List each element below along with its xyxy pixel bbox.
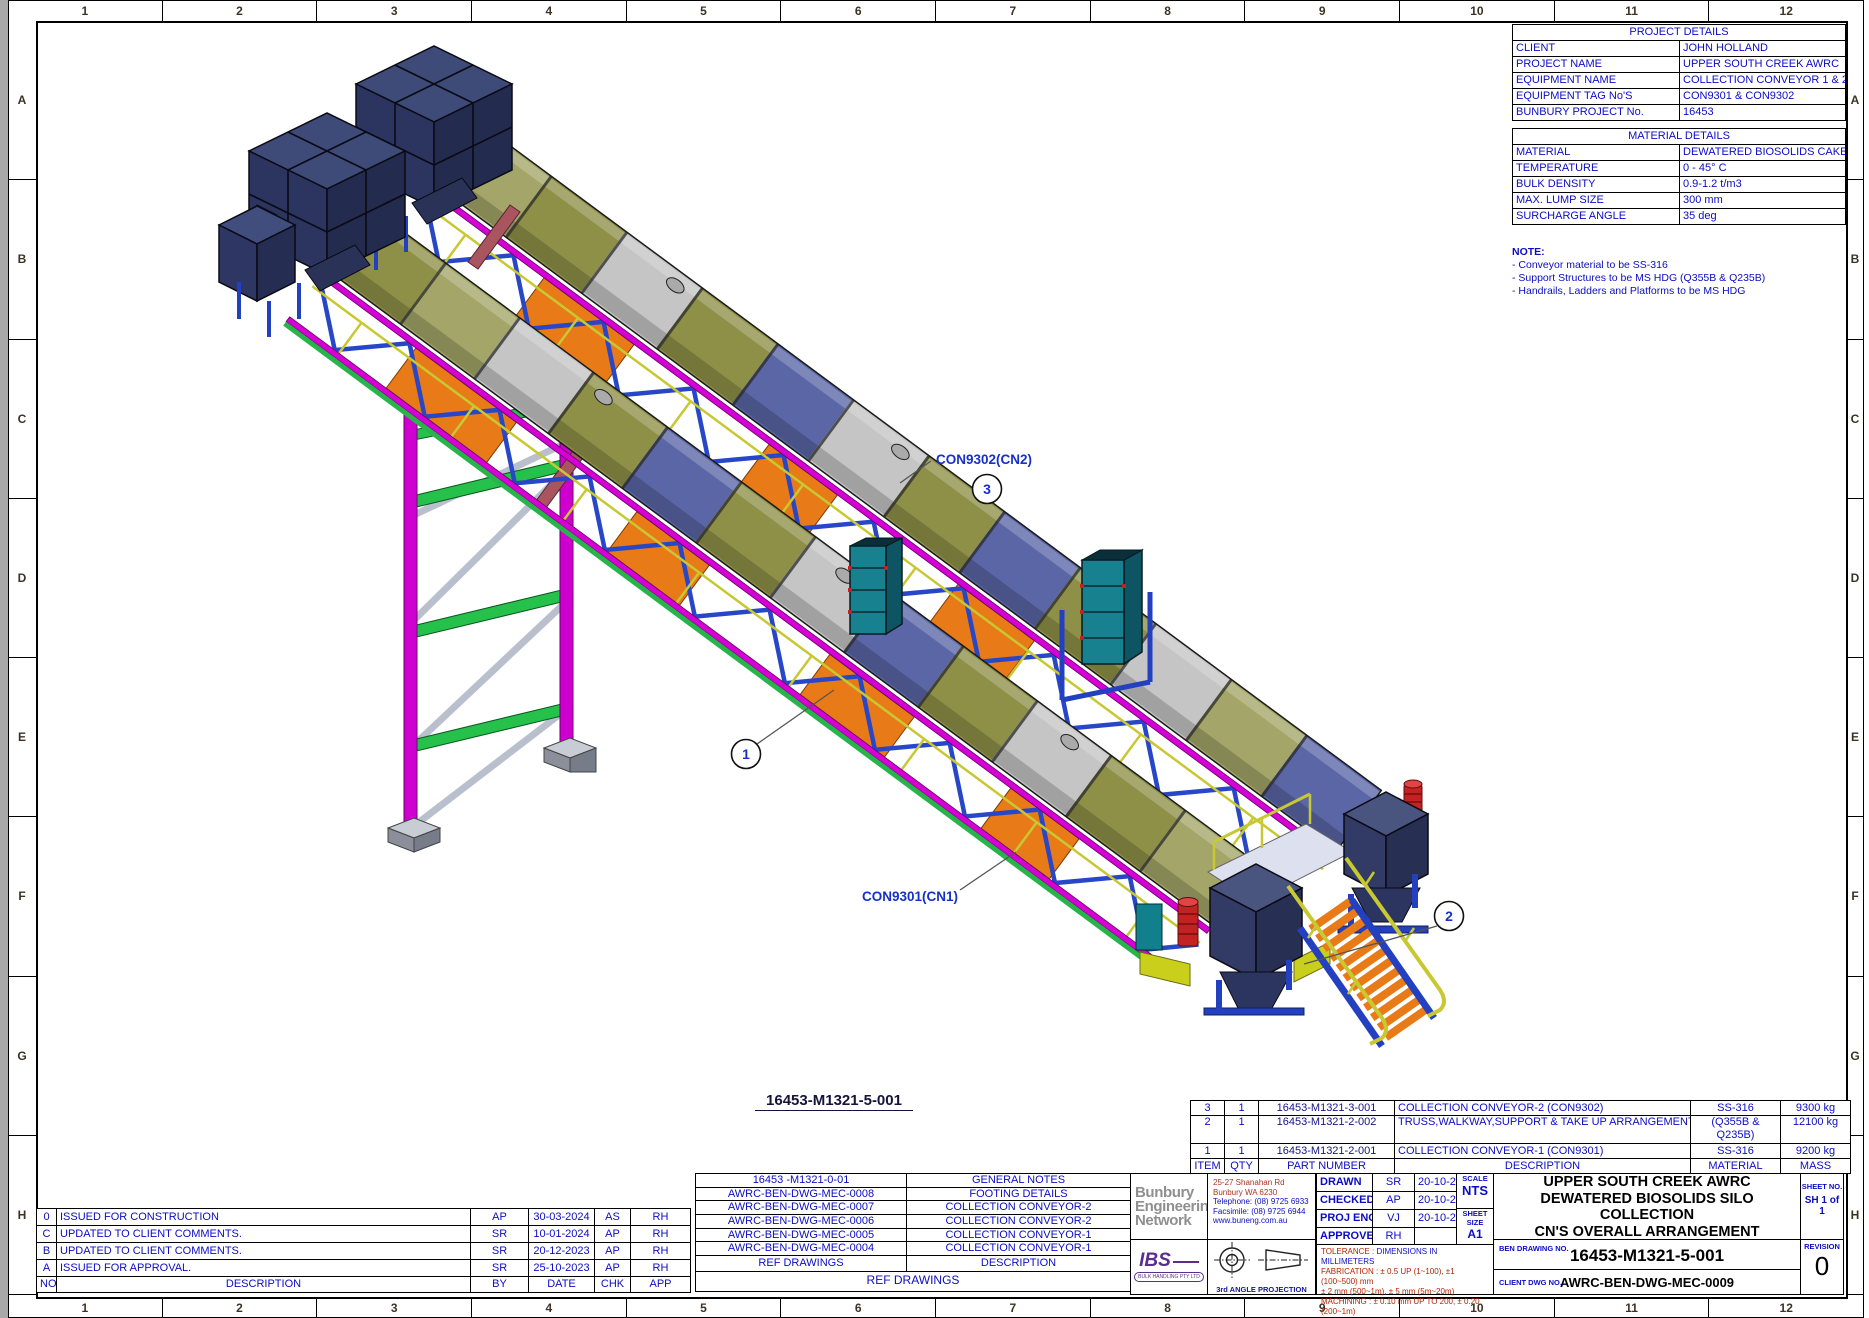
grid-col-8: 8 bbox=[1091, 0, 1246, 21]
drawing-sheet: 1 2 3 4 5 6 7 8 9 10 11 12 1 2 3 4 5 6 7… bbox=[0, 0, 1869, 1318]
ben-dwg-cell: BEN DRAWING NO. 16453-M1321-5-001 bbox=[1493, 1239, 1801, 1270]
material-details-table: MATERIAL DETAILS MATERIALDEWATERED BIOSO… bbox=[1512, 128, 1846, 225]
note-block: NOTE: - Conveyor material to be SS-316 -… bbox=[1512, 246, 1842, 298]
grid-row-C: C bbox=[1846, 340, 1864, 499]
grid-band-top: 1 2 3 4 5 6 7 8 9 10 11 12 bbox=[8, 0, 1864, 21]
revision-table: 0ISSUED FOR CONSTRUCTION AP30-03-2024 AS… bbox=[36, 1208, 691, 1293]
grid-row-D: D bbox=[8, 499, 36, 658]
table-header-row: REF DRAWINGSDESCRIPTION bbox=[696, 1255, 1131, 1271]
grid-row-A: A bbox=[8, 21, 36, 180]
grid-row-D: D bbox=[1846, 499, 1864, 658]
grid-col-2: 2 bbox=[163, 0, 318, 21]
ref-drawings-table: 16453 -M1321-0-01GENERAL NOTES AWRC-BEN-… bbox=[695, 1173, 1131, 1292]
note-line: - Conveyor material to be SS-316 bbox=[1512, 259, 1842, 272]
grid-row-F: F bbox=[1846, 817, 1864, 976]
table-row: APPROVEDRH bbox=[1317, 1228, 1458, 1246]
grid-col-5: 5 bbox=[627, 1297, 782, 1318]
grid-col-6: 6 bbox=[781, 0, 936, 21]
third-angle-projection-icon bbox=[1208, 1240, 1315, 1280]
revision-cell: REVISION 0 bbox=[1800, 1239, 1844, 1295]
grid-col-4: 4 bbox=[472, 1297, 627, 1318]
grid-col-12: 12 bbox=[1709, 0, 1864, 21]
table-footer-row: REF DRAWINGS bbox=[696, 1271, 1131, 1291]
table-row: AWRC-BEN-DWG-MEC-0008FOOTING DETAILS bbox=[696, 1187, 1131, 1201]
grid-col-7: 7 bbox=[936, 1297, 1091, 1318]
grid-col-1: 1 bbox=[8, 1297, 163, 1318]
table-row: 0ISSUED FOR CONSTRUCTION AP30-03-2024 AS… bbox=[37, 1209, 691, 1226]
table-row: 21 16453-M1321-2-002TRUSS,WALKWAY,SUPPOR… bbox=[1191, 1116, 1851, 1144]
table-row: AWRC-BEN-DWG-MEC-0005COLLECTION CONVEYOR… bbox=[696, 1228, 1131, 1242]
grid-col-3: 3 bbox=[317, 0, 472, 21]
view-caption: 16453-M1321-5-001 bbox=[755, 1092, 913, 1111]
bom-table: 31 16453-M1321-3-001COLLECTION CONVEYOR-… bbox=[1190, 1100, 1851, 1174]
grid-row-E: E bbox=[1846, 658, 1864, 817]
table-title: MATERIAL DETAILS bbox=[1513, 129, 1846, 145]
table-row: 11 16453-M1321-2-001COLLECTION CONVEYOR-… bbox=[1191, 1144, 1851, 1159]
viewer-left-edge bbox=[0, 0, 8, 1318]
grid-col-4: 4 bbox=[472, 0, 627, 21]
title-line: DEWATERED BIOSOLIDS SILO COLLECTION bbox=[1494, 1191, 1800, 1223]
table-title: PROJECT DETAILS bbox=[1513, 25, 1846, 41]
sheet-no-cell: SHEET NO. SH 1 of 1 bbox=[1800, 1173, 1844, 1240]
note-title: NOTE: bbox=[1512, 246, 1842, 259]
table-header-row: ITEMQTY PART NUMBERDESCRIPTION MATERIALM… bbox=[1191, 1159, 1851, 1174]
table-row: PROJ ENGVJ20-10-2023 bbox=[1317, 1210, 1458, 1228]
table-row: BUPDATED TO CLIENT COMMENTS. SR20-12-202… bbox=[37, 1243, 691, 1260]
grid-col-9: 9 bbox=[1245, 0, 1400, 21]
client-dwg-cell: CLIENT DWG NO. AWRC-BEN-DWG-MEC-0009 bbox=[1493, 1269, 1801, 1295]
table-row: 16453 -M1321-0-01GENERAL NOTES bbox=[696, 1174, 1131, 1188]
note-line: - Support Structures to be MS HDG (Q355B… bbox=[1512, 272, 1842, 285]
grid-row-B: B bbox=[8, 180, 36, 339]
grid-col-11: 11 bbox=[1555, 1297, 1710, 1318]
grid-col-11: 11 bbox=[1555, 0, 1710, 21]
grid-col-7: 7 bbox=[936, 0, 1091, 21]
table-row: 31 16453-M1321-3-001COLLECTION CONVEYOR-… bbox=[1191, 1101, 1851, 1116]
company-address: 25-27 Shanahan Rd Bunbury WA 6230 Teleph… bbox=[1207, 1173, 1316, 1240]
note-line: - Handrails, Ladders and Platforms to be… bbox=[1512, 285, 1842, 298]
grid-col-3: 3 bbox=[317, 1297, 472, 1318]
table-row: DRAWNSR20-10-2023 bbox=[1317, 1174, 1458, 1192]
sheet-size-cell: SHEET SIZE A1 bbox=[1456, 1208, 1494, 1245]
grid-col-2: 2 bbox=[163, 1297, 318, 1318]
title-cell: UPPER SOUTH CREEK AWRC DEWATERED BIOSOLI… bbox=[1493, 1173, 1801, 1240]
grid-col-8: 8 bbox=[1091, 1297, 1246, 1318]
projection-symbol: 3rd ANGLE PROJECTION bbox=[1207, 1239, 1316, 1295]
grid-row-C: C bbox=[8, 340, 36, 499]
table-row: AWRC-BEN-DWG-MEC-0007COLLECTION CONVEYOR… bbox=[696, 1201, 1131, 1215]
table-row: AISSUED FOR APPROVAL. SR25-10-2023 APRH bbox=[37, 1260, 691, 1277]
grid-row-A: A bbox=[1846, 21, 1864, 180]
table-row: CHECKEDAP20-10-2023 bbox=[1317, 1192, 1458, 1210]
tolerance-block: TOLERANCE : DIMENSIONS IN MILLIMETERS FA… bbox=[1316, 1244, 1494, 1295]
company-logo: Bunbury Engineering Network bbox=[1130, 1173, 1208, 1240]
grid-row-F: F bbox=[8, 817, 36, 976]
title-line: CN'S OVERALL ARRANGEMENT bbox=[1535, 1224, 1760, 1240]
approval-table: DRAWNSR20-10-2023 CHECKEDAP20-10-2023 PR… bbox=[1316, 1173, 1458, 1246]
table-row: AWRC-BEN-DWG-MEC-0004COLLECTION CONVEYOR… bbox=[696, 1242, 1131, 1256]
project-details-table: PROJECT DETAILS CLIENTJOHN HOLLAND PROJE… bbox=[1512, 24, 1846, 121]
grid-band-bottom: 1 2 3 4 5 6 7 8 9 10 11 12 bbox=[8, 1297, 1864, 1318]
ibs-logo: IBS BULK HANDLING PTY LTD bbox=[1130, 1239, 1208, 1295]
table-row: CUPDATED TO CLIENT COMMENTS. SR10-01-202… bbox=[37, 1226, 691, 1243]
grid-col-6: 6 bbox=[781, 1297, 936, 1318]
grid-row-G: G bbox=[8, 977, 36, 1136]
grid-col-5: 5 bbox=[627, 0, 782, 21]
grid-col-10: 10 bbox=[1400, 0, 1555, 21]
grid-band-left: A B C D E F G H bbox=[8, 21, 36, 1295]
title-line: UPPER SOUTH CREEK AWRC bbox=[1543, 1174, 1750, 1190]
ibs-sub-badge: BULK HANDLING PTY LTD bbox=[1134, 1272, 1204, 1282]
grid-col-12: 12 bbox=[1709, 1297, 1864, 1318]
grid-row-E: E bbox=[8, 658, 36, 817]
grid-row-B: B bbox=[1846, 180, 1864, 339]
grid-row-H: H bbox=[8, 1136, 36, 1295]
scale-cell: SCALE NTS bbox=[1456, 1173, 1494, 1209]
table-header-row: NO.DESCRIPTION BYDATE CHKAPP bbox=[37, 1277, 691, 1293]
table-row: AWRC-BEN-DWG-MEC-0006COLLECTION CONVEYOR… bbox=[696, 1214, 1131, 1228]
grid-col-1: 1 bbox=[8, 0, 163, 21]
